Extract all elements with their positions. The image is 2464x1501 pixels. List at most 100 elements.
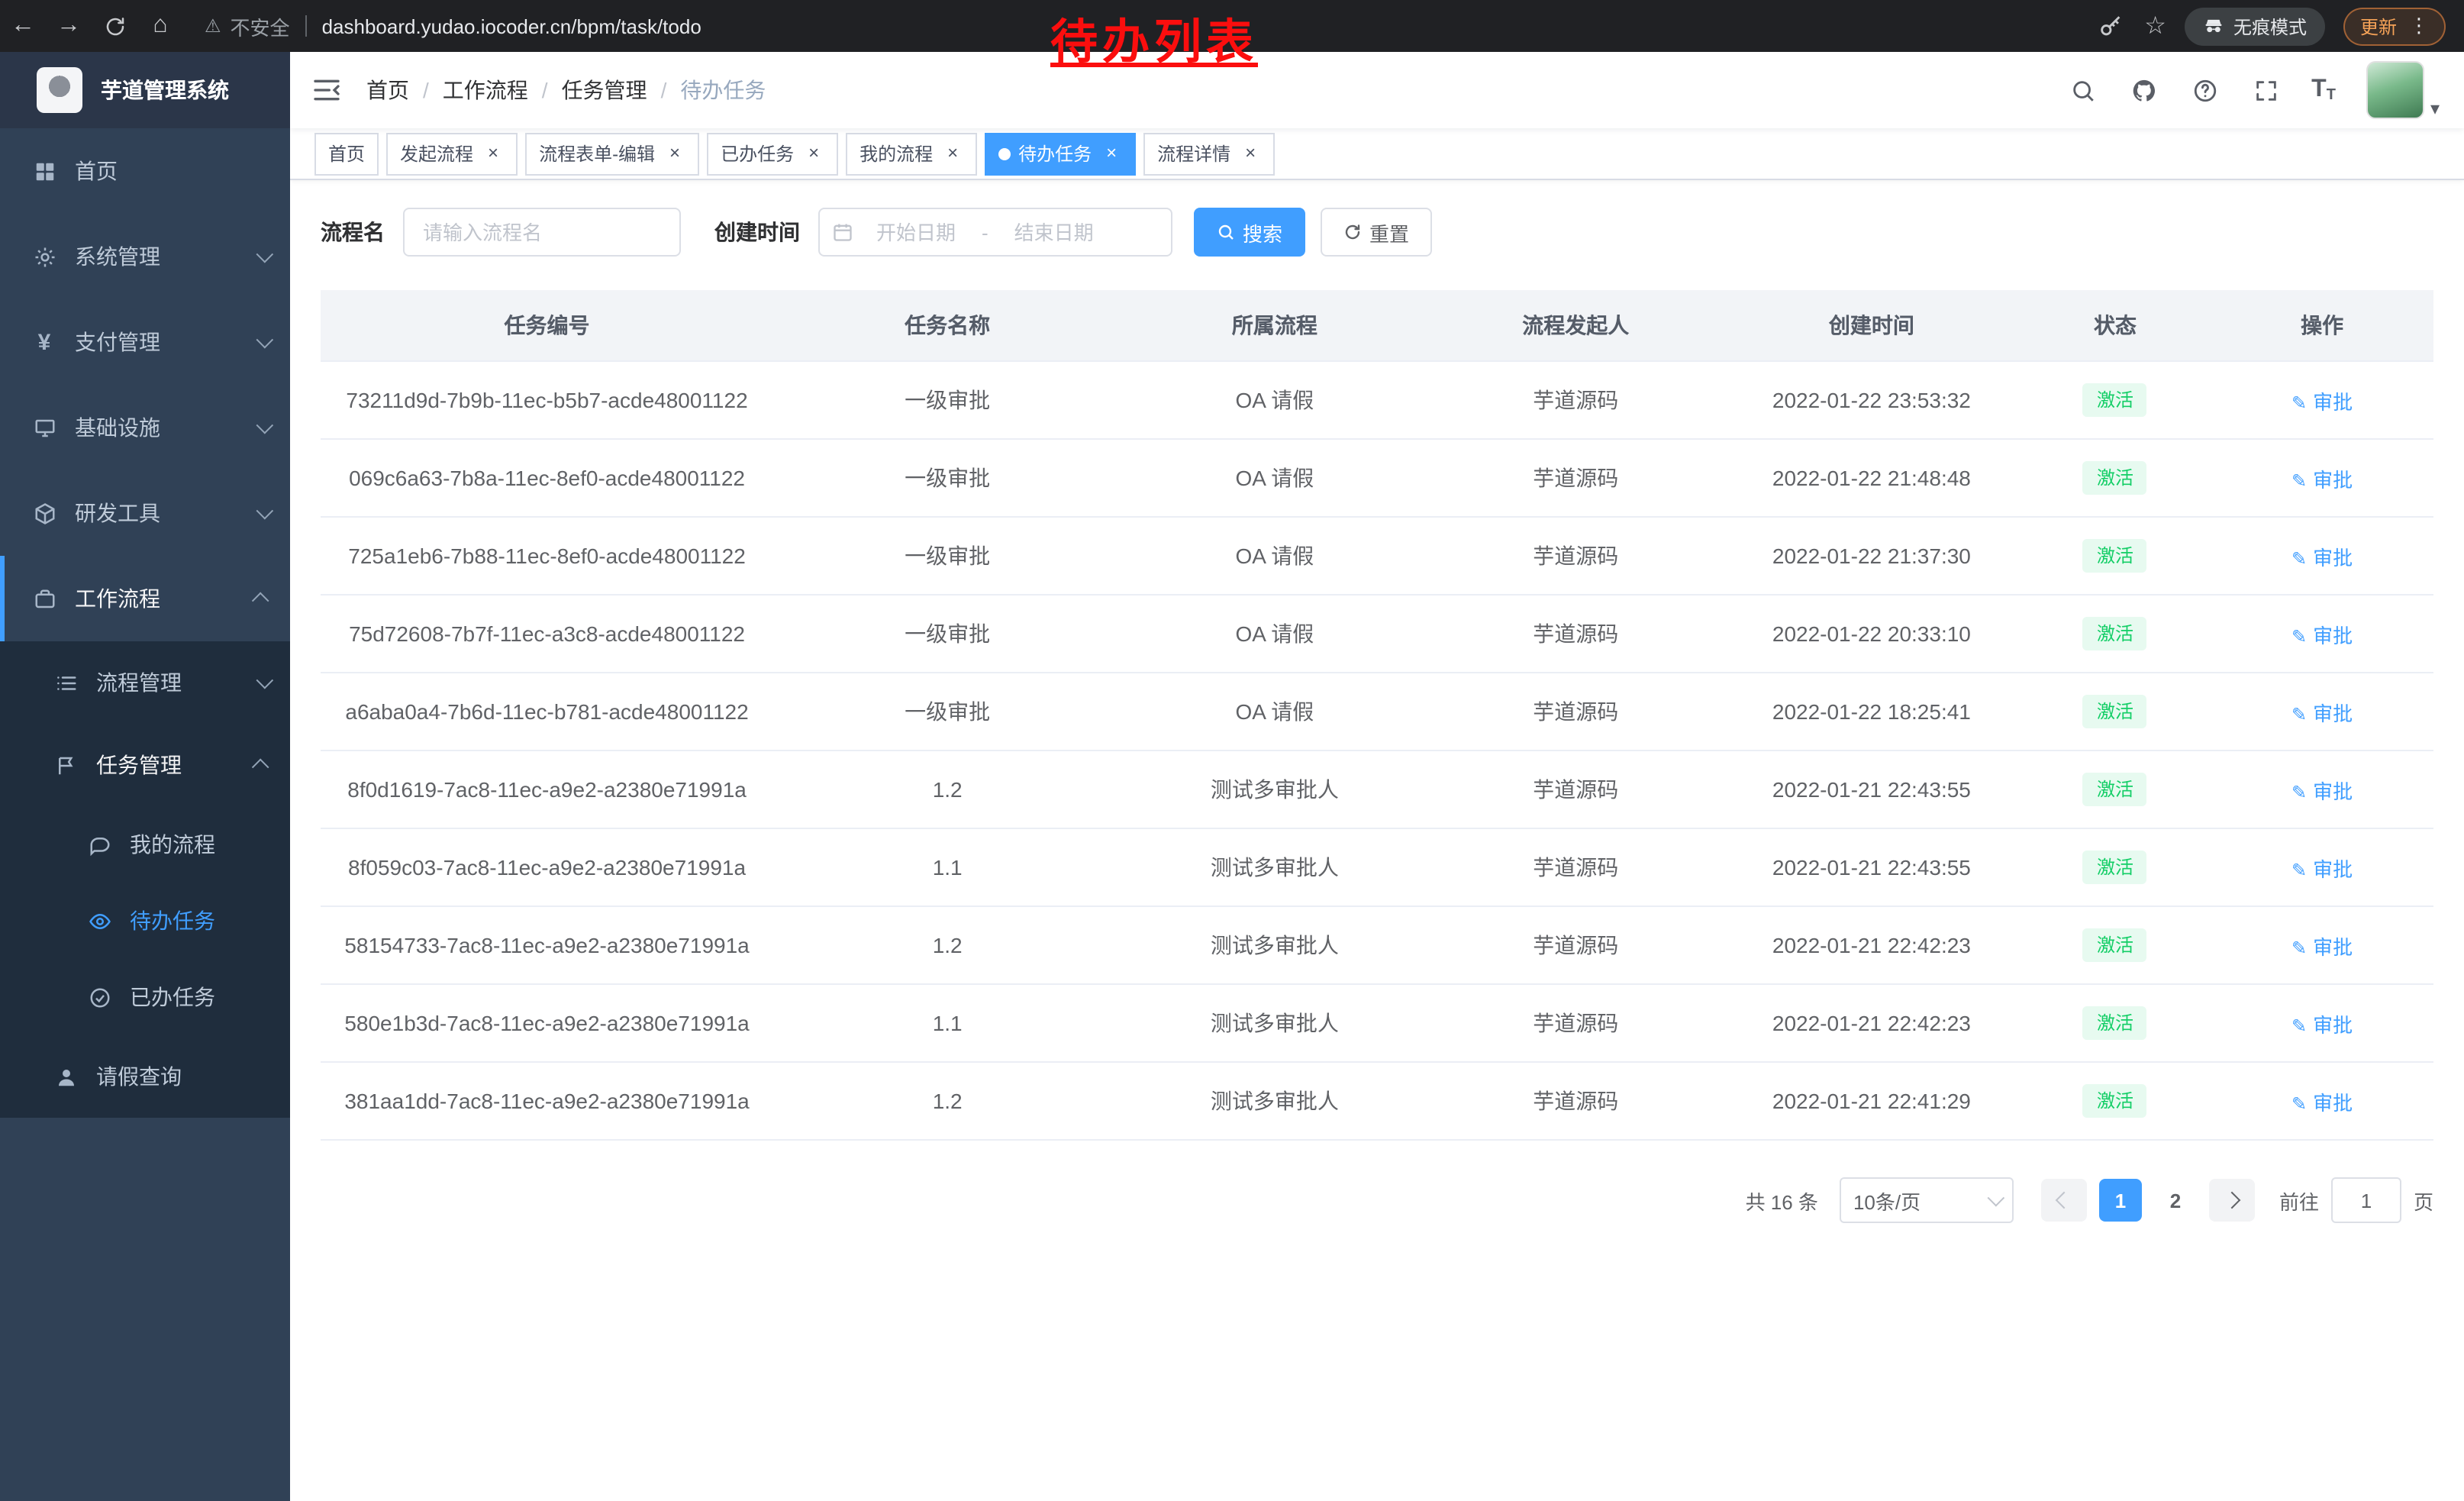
next-page-button[interactable] (2209, 1179, 2255, 1222)
close-icon[interactable]: × (482, 143, 504, 164)
date-range-picker[interactable]: - (818, 208, 1172, 257)
fullscreen-icon[interactable] (2250, 75, 2281, 105)
screen: ← → ⌂ ⚠ 不安全 dashboard.yudao.iocoder.cn/b… (0, 0, 2464, 1501)
sidebar-item-label: 任务管理 (96, 750, 182, 780)
tab-home[interactable]: 首页 (314, 132, 379, 175)
status-badge: 激活 (2083, 928, 2147, 962)
search-button-label: 搜索 (1243, 218, 1282, 247)
tab-start-process[interactable]: 发起流程 × (386, 132, 518, 175)
column-created: 创建时间 (1724, 290, 2020, 361)
sidebar-item-my-processes[interactable]: 我的流程 (0, 806, 290, 883)
help-icon[interactable] (2189, 75, 2220, 105)
search-icon[interactable] (2067, 75, 2098, 105)
briefcase-icon (31, 585, 58, 612)
home-icon[interactable]: ⌂ (137, 0, 183, 52)
table-row: 8f0d1619-7ac8-11ec-a9e2-a2380e71991a 1.2… (321, 750, 2433, 828)
browser-menu-icon[interactable]: ⋮ (2409, 14, 2429, 38)
forward-icon[interactable]: → (46, 0, 92, 52)
status-badge: 激活 (2083, 851, 2147, 884)
font-size-icon[interactable] (2311, 76, 2336, 104)
bookmark-star-icon[interactable]: ☆ (2144, 11, 2166, 41)
search-button[interactable]: 搜索 (1194, 208, 1305, 257)
start-date-input[interactable] (853, 219, 979, 245)
cell-created: 2022-01-22 20:33:10 (1724, 595, 2020, 673)
close-icon[interactable]: × (1240, 143, 1261, 164)
goto-page-input[interactable] (2331, 1177, 2401, 1223)
sidebar-item-infrastructure[interactable]: 基础设施 (0, 385, 290, 470)
audit-link[interactable]: 审批 (2291, 546, 2353, 569)
cell-task-name: 1.2 (773, 1062, 1121, 1140)
cell-process: OA 请假 (1121, 673, 1427, 750)
sidebar-item-payment[interactable]: ¥ 支付管理 (0, 299, 290, 385)
audit-link[interactable]: 审批 (2291, 468, 2353, 491)
cell-created: 2022-01-22 23:53:32 (1724, 361, 2020, 439)
breadcrumb-workflow[interactable]: 工作流程 (443, 75, 562, 105)
audit-link[interactable]: 审批 (2291, 857, 2353, 880)
chevron-up-icon (252, 592, 269, 610)
audit-link[interactable]: 审批 (2291, 624, 2353, 647)
end-date-input[interactable] (992, 219, 1117, 245)
close-icon[interactable]: × (803, 143, 824, 164)
chevron-up-icon (252, 759, 269, 776)
tab-todo-tasks[interactable]: 待办任务 × (985, 132, 1136, 175)
sidebar-item-done-tasks[interactable]: 已办任务 (0, 959, 290, 1035)
tab-done-tasks[interactable]: 已办任务 × (707, 132, 838, 175)
sidebar-item-leave-query[interactable]: 请假查询 (0, 1035, 290, 1118)
user-icon (52, 1063, 79, 1090)
password-key-icon[interactable] (2095, 11, 2126, 41)
cell-initiator: 芋道源码 (1428, 595, 1724, 673)
back-icon[interactable]: ← (0, 0, 46, 52)
main-area: 首页 工作流程 任务管理 待办任务 (290, 52, 2464, 1501)
tags-view-bar: 首页 发起流程 × 流程表单-编辑 × 已办任务 × 我的流程 × (290, 128, 2464, 180)
sidebar-item-home[interactable]: 首页 (0, 128, 290, 214)
close-icon[interactable]: × (1101, 143, 1122, 164)
sidebar-item-todo-tasks[interactable]: 待办任务 (0, 883, 290, 959)
sidebar-item-system[interactable]: 系统管理 (0, 214, 290, 299)
sidebar-toggle-icon[interactable] (290, 75, 363, 105)
audit-link[interactable]: 审批 (2291, 780, 2353, 802)
reset-button[interactable]: 重置 (1321, 208, 1432, 257)
chevron-down-icon (256, 672, 274, 689)
github-icon[interactable] (2128, 75, 2159, 105)
table-row: 069c6a63-7b8a-11ec-8ef0-acde48001122 一级审… (321, 439, 2433, 517)
audit-link[interactable]: 审批 (2291, 1013, 2353, 1036)
prev-page-button[interactable] (2041, 1179, 2087, 1222)
app-logo[interactable]: 芋道管理系统 (0, 52, 290, 128)
tab-process-form-edit[interactable]: 流程表单-编辑 × (525, 132, 699, 175)
status-badge: 激活 (2083, 539, 2147, 573)
tab-my-processes[interactable]: 我的流程 × (846, 132, 977, 175)
reload-icon[interactable] (92, 15, 137, 37)
breadcrumb-home[interactable]: 首页 (366, 75, 443, 105)
column-initiator: 流程发起人 (1428, 290, 1724, 361)
browser-update-button[interactable]: 更新 ⋮ (2343, 7, 2446, 45)
page-size-select[interactable]: 10条/页 (1840, 1177, 2014, 1223)
page-number-1[interactable]: 1 (2099, 1179, 2142, 1222)
audit-link[interactable]: 审批 (2291, 935, 2353, 958)
cell-task-id: 58154733-7ac8-11ec-a9e2-a2380e71991a (321, 906, 773, 984)
cell-process: OA 请假 (1121, 439, 1427, 517)
goto-page: 前往 页 (2279, 1177, 2433, 1223)
sidebar-item-label: 系统管理 (75, 241, 160, 272)
close-icon[interactable]: × (664, 143, 685, 164)
audit-link[interactable]: 审批 (2291, 1091, 2353, 1114)
close-icon[interactable]: × (942, 143, 963, 164)
user-menu[interactable]: ▾ (2366, 61, 2440, 119)
cell-action: 审批 (2211, 750, 2433, 828)
sidebar-item-workflow[interactable]: 工作流程 (0, 556, 290, 641)
sidebar-item-task-management[interactable]: 任务管理 (0, 724, 290, 806)
tab-process-detail[interactable]: 流程详情 × (1143, 132, 1275, 175)
process-name-label: 流程名 (321, 217, 385, 247)
breadcrumb-task-management[interactable]: 任务管理 (562, 75, 681, 105)
audit-link[interactable]: 审批 (2291, 390, 2353, 413)
table-row: a6aba0a4-7b6d-11ec-b781-acde48001122 一级审… (321, 673, 2433, 750)
sidebar-item-process-management[interactable]: 流程管理 (0, 641, 290, 724)
goto-label: 前往 (2279, 1186, 2319, 1215)
cell-task-name: 一级审批 (773, 361, 1121, 439)
process-name-input[interactable] (403, 208, 681, 257)
cell-status: 激活 (2020, 673, 2211, 750)
page-number-2[interactable]: 2 (2154, 1179, 2197, 1222)
address-bar[interactable]: ⚠ 不安全 dashboard.yudao.iocoder.cn/bpm/tas… (205, 11, 701, 40)
audit-link[interactable]: 审批 (2291, 702, 2353, 725)
table-row: 8f059c03-7ac8-11ec-a9e2-a2380e71991a 1.1… (321, 828, 2433, 906)
sidebar-item-devtools[interactable]: 研发工具 (0, 470, 290, 556)
